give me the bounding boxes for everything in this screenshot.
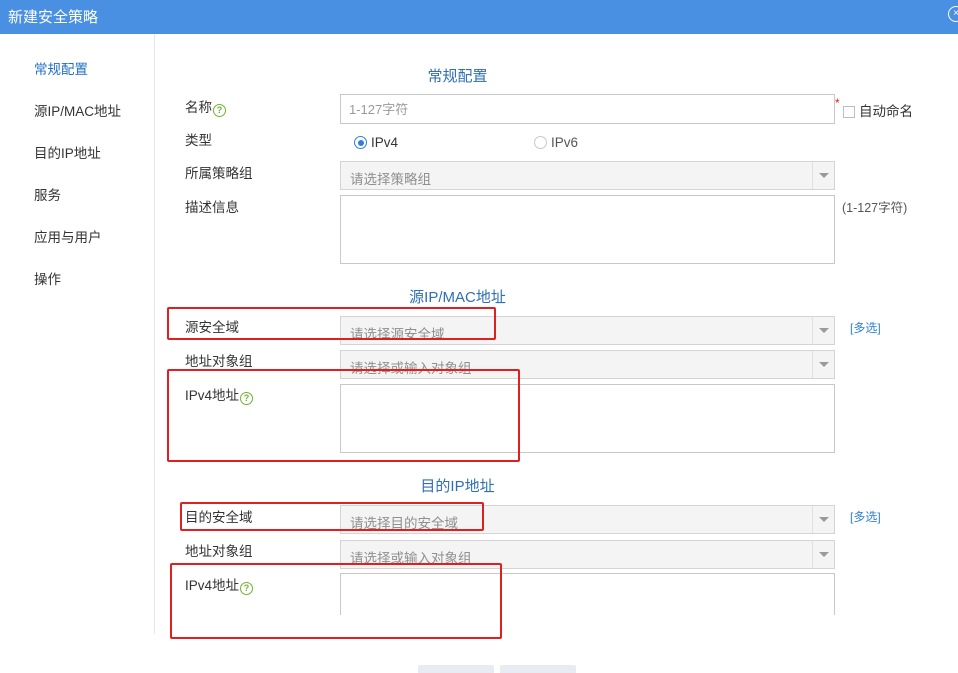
question-circle-icon[interactable]: ? [240, 392, 254, 405]
policy-form: 常规配置 名称? * 自动命名 类型 IPv4 IPv6 所属策略组 请选择策略… [155, 34, 958, 673]
triangle-down-icon [819, 328, 829, 333]
source-ipv4-label-text: IPv4地址 [185, 388, 240, 403]
name-label: 名称? [185, 96, 226, 117]
sidebar-item-destination-ip[interactable]: 目的IP地址 [34, 142, 101, 162]
close-icon[interactable]: × [948, 6, 958, 22]
dropdown-arrow[interactable] [812, 506, 834, 533]
source-addr-group-placeholder: 请选择或输入对象组 [350, 361, 472, 376]
source-zone-multi-select-link[interactable]: [多选] [850, 319, 881, 336]
type-radio-ipv6[interactable]: IPv6 [534, 135, 578, 150]
sidebar-item-general[interactable]: 常规配置 [34, 58, 88, 78]
source-zone-placeholder: 请选择源安全域 [350, 327, 445, 342]
destination-zone-placeholder: 请选择目的安全域 [350, 516, 458, 531]
destination-zone-select[interactable]: 请选择目的安全域 [340, 505, 835, 534]
type-label: 类型 [185, 133, 212, 148]
dialog-titlebar: 新建安全策略 × [0, 0, 958, 34]
destination-zone-multi-select-link[interactable]: [多选] [850, 508, 881, 525]
auto-name-label: 自动命名 [859, 104, 913, 119]
source-ipv4-textarea[interactable] [340, 384, 835, 453]
section-title-general: 常规配置 [427, 68, 488, 85]
section-title-destination: 目的IP地址 [420, 478, 495, 495]
source-addr-group-label: 地址对象组 [185, 354, 253, 369]
radio-ipv6[interactable] [534, 136, 547, 149]
triangle-down-icon [819, 517, 829, 522]
dropdown-arrow[interactable] [812, 162, 834, 189]
footer-button-confirm[interactable] [418, 665, 494, 673]
dialog-title: 新建安全策略 [8, 9, 99, 26]
type-radio-ipv4[interactable]: IPv4 [354, 135, 398, 150]
source-addr-group-select[interactable]: 请选择或输入对象组 [340, 350, 835, 379]
radio-ipv4-label: IPv4 [371, 135, 399, 150]
dropdown-arrow[interactable] [812, 541, 834, 568]
question-circle-icon[interactable]: ? [213, 104, 226, 117]
sidebar-item-action[interactable]: 操作 [34, 268, 61, 288]
name-label-text: 名称 [185, 100, 212, 115]
footer-button-cancel[interactable] [500, 665, 576, 673]
destination-ipv4-textarea[interactable] [340, 573, 835, 615]
description-hint: (1-127字符) [842, 201, 908, 215]
auto-name-checkbox[interactable] [843, 106, 855, 118]
sidebar-item-source-ip-mac[interactable]: 源IP/MAC地址 [34, 100, 121, 120]
question-circle-icon[interactable]: ? [240, 582, 254, 595]
destination-zone-label: 目的安全域 [185, 510, 253, 525]
source-zone-label: 源安全域 [185, 320, 239, 335]
triangle-down-icon [819, 173, 829, 178]
radio-ipv4[interactable] [354, 136, 367, 149]
auto-name-option[interactable]: 自动命名 [843, 100, 913, 120]
policy-group-label: 所属策略组 [185, 166, 253, 181]
destination-ipv4-label: IPv4地址? [185, 574, 254, 595]
source-ipv4-label: IPv4地址? [185, 384, 254, 405]
dropdown-arrow[interactable] [812, 351, 834, 378]
required-star: * [835, 96, 840, 110]
description-textarea[interactable] [340, 195, 835, 264]
policy-group-placeholder: 请选择策略组 [350, 172, 431, 187]
dropdown-arrow[interactable] [812, 317, 834, 344]
description-label: 描述信息 [185, 200, 239, 215]
sidebar-nav: 常规配置 源IP/MAC地址 目的IP地址 服务 应用与用户 操作 [0, 34, 155, 634]
destination-addr-group-placeholder: 请选择或输入对象组 [350, 551, 472, 566]
radio-ipv6-label: IPv6 [551, 135, 579, 150]
source-zone-select[interactable]: 请选择源安全域 [340, 316, 835, 345]
destination-addr-group-label: 地址对象组 [185, 544, 253, 559]
destination-ipv4-label-text: IPv4地址 [185, 578, 240, 593]
destination-addr-group-select[interactable]: 请选择或输入对象组 [340, 540, 835, 569]
name-input[interactable] [340, 94, 835, 124]
sidebar-item-service[interactable]: 服务 [34, 184, 61, 204]
triangle-down-icon [819, 552, 829, 557]
policy-group-select[interactable]: 请选择策略组 [340, 161, 835, 190]
sidebar-item-app-user[interactable]: 应用与用户 [34, 226, 102, 246]
triangle-down-icon [819, 362, 829, 367]
section-title-source: 源IP/MAC地址 [409, 289, 506, 306]
